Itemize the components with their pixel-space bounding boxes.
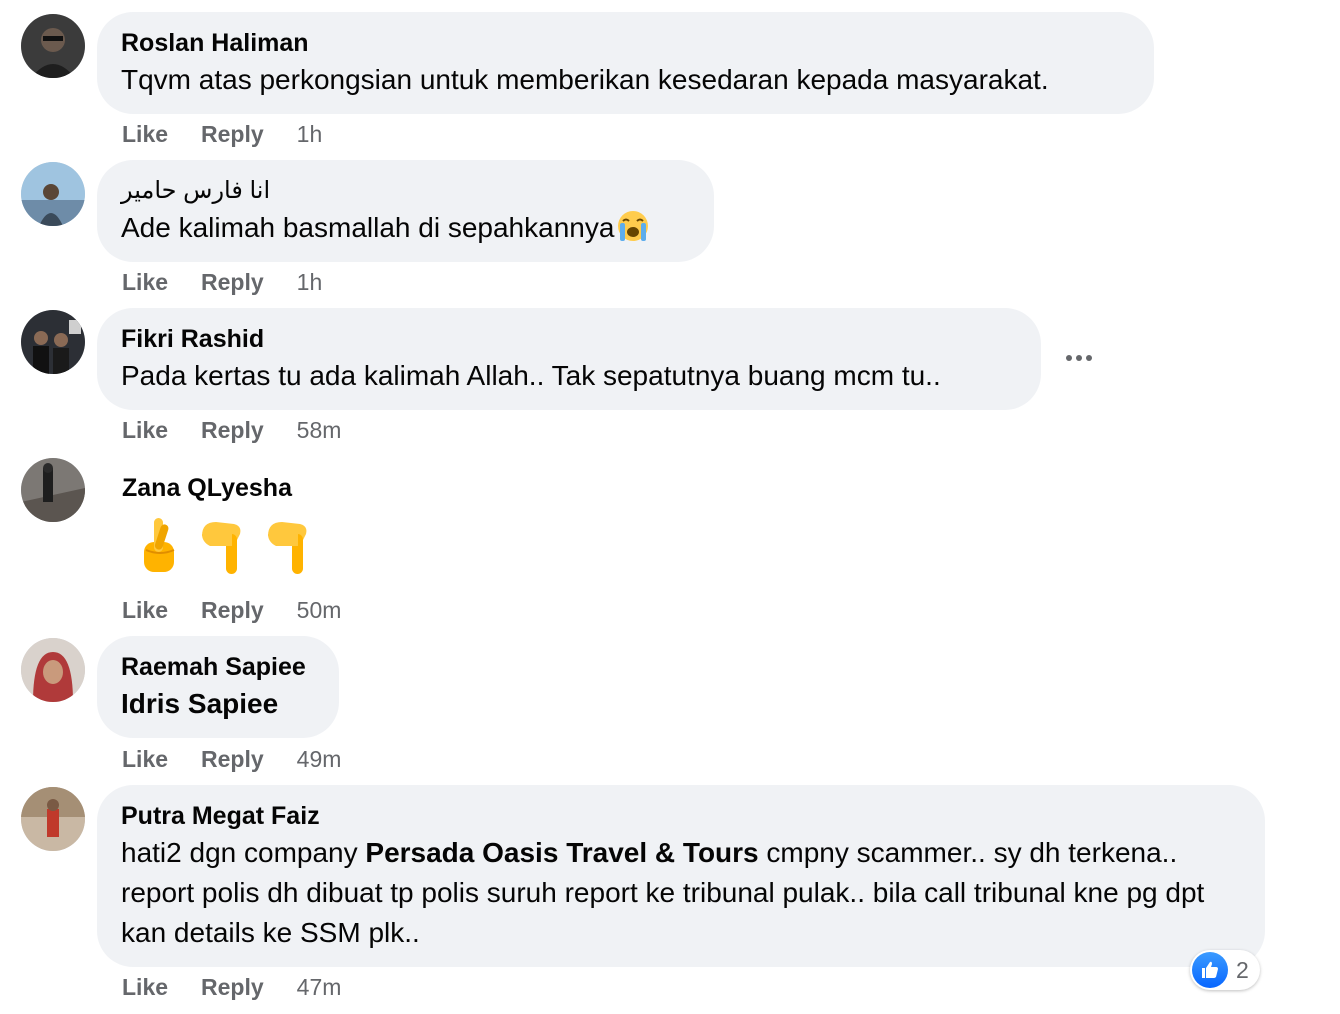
reply-button[interactable]: Reply [201,972,264,1002]
comment-author[interactable]: Putra Megat Faiz [121,799,1241,833]
reply-button[interactable]: Reply [201,267,264,297]
mention-link[interactable]: Idris Sapiee [121,684,315,724]
comment-bubble: انا فارس حامير Ade kalimah basmallah di … [97,160,714,262]
comment-author[interactable]: Roslan Haliman [121,26,1130,60]
like-button[interactable]: Like [122,415,168,445]
comment-bubble: Roslan Haliman Tqvm atas perkongsian unt… [97,12,1154,114]
comment-actions: Like Reply 1h [122,119,322,149]
comment-text: Pada kertas tu ada kalimah Allah.. Tak s… [121,360,941,391]
avatar[interactable] [21,310,85,374]
comment-text-content: Ade kalimah basmallah di sepahkannya [121,212,615,243]
like-button[interactable]: Like [122,972,168,1002]
avatar[interactable] [21,638,85,702]
comment-bubble: Fikri Rashid Pada kertas tu ada kalimah … [97,308,1041,410]
comment-author[interactable]: Fikri Rashid [121,322,1017,356]
comment-actions: Like Reply 49m [122,744,341,774]
comment-actions: Like Reply 58m [122,415,341,445]
comment-actions: Like Reply 1h [122,267,322,297]
reply-button[interactable]: Reply [201,595,264,625]
reaction-count: 2 [1236,956,1249,983]
pointing-down-hand-icon [202,522,241,574]
comment-time[interactable]: 58m [297,415,342,445]
comment-emojis [130,512,320,576]
comment-author[interactable]: انا فارس حامير [121,174,690,208]
comment-text: Tqvm atas perkongsian untuk memberikan k… [121,64,1049,95]
crossed-fingers-icon [144,518,175,572]
like-button[interactable]: Like [122,119,168,149]
loudly-crying-face-icon [618,211,649,241]
like-button[interactable]: Like [122,267,168,297]
reply-button[interactable]: Reply [201,415,264,445]
comment-bubble: Putra Megat Faiz hati2 dgn company Persa… [97,785,1265,967]
more-options-icon[interactable] [1062,344,1096,372]
comment-time[interactable]: 1h [297,119,323,149]
comment-bubble: Raemah Sapiee Idris Sapiee [97,636,339,738]
comment-time[interactable]: 1h [297,267,323,297]
comment-text: hati2 dgn company Persada Oasis Travel &… [121,833,1241,953]
reaction-summary[interactable]: 2 [1190,950,1260,990]
like-button[interactable]: Like [122,744,168,774]
mention-link[interactable]: Persada Oasis Travel & Tours [365,837,758,868]
comment-author[interactable]: Zana QLyesha [122,471,292,505]
comment-time[interactable]: 50m [297,595,342,625]
comment-actions: Like Reply 47m [122,972,341,1002]
avatar[interactable] [21,458,85,522]
pointing-down-hand-icon [268,522,307,574]
comment-text-before: hati2 dgn company [121,837,366,868]
comment-time[interactable]: 47m [297,972,342,1002]
comment-actions: Like Reply 50m [122,595,341,625]
avatar[interactable] [21,162,85,226]
avatar[interactable] [21,14,85,78]
like-button[interactable]: Like [122,595,168,625]
reply-button[interactable]: Reply [201,119,264,149]
reply-button[interactable]: Reply [201,744,264,774]
comment-author[interactable]: Raemah Sapiee [121,650,315,684]
like-icon [1192,952,1228,988]
avatar[interactable] [21,787,85,851]
comment-time[interactable]: 49m [297,744,342,774]
comment-text: Ade kalimah basmallah di sepahkannya [121,208,690,248]
